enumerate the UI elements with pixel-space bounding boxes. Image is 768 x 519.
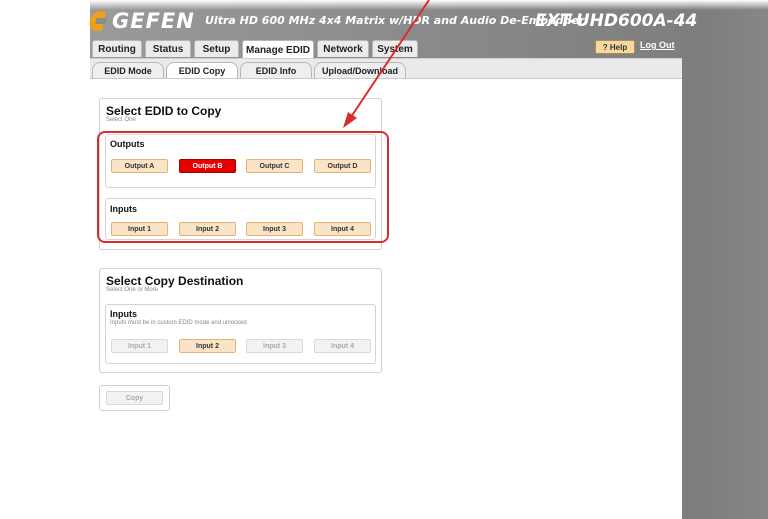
tab-setup[interactable]: Setup (194, 40, 239, 57)
gefen-logo: GEFEN (87, 8, 195, 34)
dest-input-4-button[interactable]: Input 4 (314, 339, 371, 353)
copy-button[interactable]: Copy (106, 391, 163, 405)
destination-inputs-note: Inputs must be in custom EDID mode and u… (110, 320, 247, 326)
product-title: Ultra HD 600 MHz 4x4 Matrix w/HDR and Au… (205, 14, 585, 27)
copy-destination-title: Select Copy Destination (106, 274, 244, 288)
annotation-highlight-box (97, 131, 389, 243)
subtab-edid-mode[interactable]: EDID Mode (92, 62, 164, 78)
gefen-logo-icon (87, 11, 108, 31)
tab-status[interactable]: Status (145, 40, 191, 57)
copy-destination-subtitle: Select One or More (106, 287, 159, 293)
tab-system[interactable]: System (372, 40, 418, 57)
dest-input-3-button[interactable]: Input 3 (246, 339, 303, 353)
destination-inputs-group (105, 304, 376, 364)
destination-inputs-title: Inputs (110, 309, 137, 319)
select-edid-title: Select EDID to Copy (106, 104, 222, 118)
tab-manage-edid[interactable]: Manage EDID (242, 40, 314, 59)
dest-input-1-button[interactable]: Input 1 (111, 339, 168, 353)
sub-tab-bar: EDID Mode EDID Copy EDID Info Upload/Dow… (92, 62, 406, 79)
dest-input-2-button[interactable]: Input 2 (179, 339, 236, 353)
main-tab-bar: Routing Status Setup Manage EDID Network… (92, 40, 418, 59)
logout-link[interactable]: Log Out (640, 40, 675, 50)
subtab-edid-copy[interactable]: EDID Copy (166, 62, 238, 79)
subtab-upload-download[interactable]: Upload/Download (314, 62, 406, 78)
tab-routing[interactable]: Routing (92, 40, 142, 57)
tab-network[interactable]: Network (317, 40, 369, 57)
help-button[interactable]: ? Help (595, 40, 635, 54)
logo-text: GEFEN (112, 9, 195, 33)
subtab-edid-info[interactable]: EDID Info (240, 62, 312, 78)
select-edid-subtitle: Select One (106, 117, 136, 123)
left-margin (0, 0, 90, 519)
model-name: EXT-UHD600A-44 (535, 11, 698, 31)
